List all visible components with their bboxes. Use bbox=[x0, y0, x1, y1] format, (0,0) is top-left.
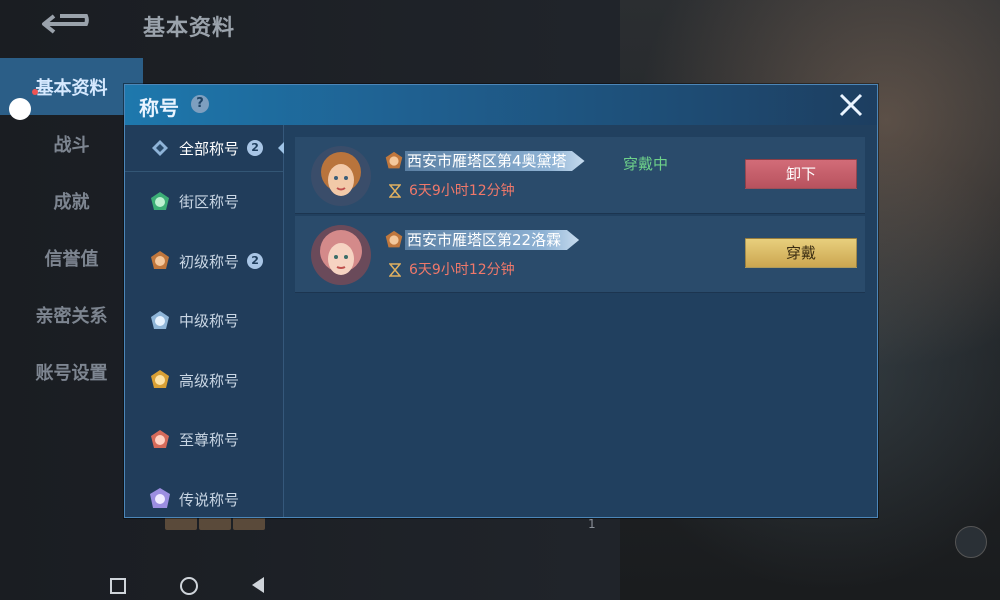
help-icon[interactable]: ? bbox=[191, 95, 209, 113]
category-label: 全部称号 bbox=[179, 139, 240, 158]
assistant-icon[interactable] bbox=[955, 526, 987, 558]
count-badge: 2 bbox=[247, 253, 264, 270]
category-senior[interactable]: 高级称号 bbox=[125, 351, 283, 411]
menu-item-battle[interactable]: 战斗 bbox=[0, 115, 143, 172]
category-label: 至尊称号 bbox=[179, 431, 240, 450]
close-icon bbox=[839, 93, 863, 117]
title-modal: 称号 ? 全部称号 2 街区称号 初级称号 2 中级称号 高级称号 至尊称号 传… bbox=[124, 84, 878, 518]
back-triangle-icon[interactable] bbox=[252, 577, 264, 593]
bronze-medal-icon bbox=[147, 248, 173, 274]
category-label: 高级称号 bbox=[179, 371, 240, 390]
equip-button[interactable]: 穿戴 bbox=[745, 238, 857, 268]
category-label: 传说称号 bbox=[179, 490, 240, 509]
modal-title: 称号 bbox=[139, 96, 179, 120]
silver-medal-icon bbox=[147, 308, 173, 334]
title-name: 西安市雁塔区第22洛霖 bbox=[405, 230, 580, 250]
category-legend[interactable]: 传说称号 bbox=[125, 470, 283, 530]
close-button[interactable] bbox=[837, 91, 865, 119]
category-supreme[interactable]: 至尊称号 bbox=[125, 410, 283, 470]
bronze-medal-icon bbox=[383, 229, 405, 251]
back-button[interactable] bbox=[40, 6, 106, 42]
notification-dot bbox=[32, 89, 38, 95]
category-label: 街区称号 bbox=[179, 193, 240, 212]
legend-medal-icon bbox=[147, 486, 173, 512]
active-indicator bbox=[278, 142, 284, 154]
back-arrow-icon bbox=[42, 14, 89, 34]
avatar bbox=[311, 146, 371, 206]
category-street[interactable]: 街区称号 bbox=[125, 172, 283, 232]
title-row[interactable]: 西安市雁塔区第4奥黛塔 6天9小时12分钟 穿戴中 卸下 bbox=[295, 137, 865, 214]
category-all[interactable]: 全部称号 2 bbox=[125, 125, 284, 172]
recent-apps-icon[interactable] bbox=[110, 578, 126, 594]
modal-header: 称号 ? bbox=[125, 85, 877, 125]
menu-item-account-settings[interactable]: 账号设置 bbox=[0, 343, 143, 400]
category-sidebar: 全部称号 2 街区称号 初级称号 2 中级称号 高级称号 至尊称号 传说称号 bbox=[125, 125, 284, 517]
title-name: 西安市雁塔区第4奥黛塔 bbox=[405, 151, 585, 171]
category-junior[interactable]: 初级称号 2 bbox=[125, 232, 283, 292]
category-intermediate[interactable]: 中级称号 bbox=[125, 291, 283, 351]
floating-touch-dot[interactable] bbox=[9, 98, 31, 120]
category-label: 中级称号 bbox=[179, 312, 240, 331]
page-title: 基本资料 bbox=[143, 16, 236, 41]
wearing-status: 穿戴中 bbox=[623, 155, 669, 173]
count-badge: 2 bbox=[247, 140, 264, 156]
android-nav-bar bbox=[0, 572, 620, 600]
hourglass-icon bbox=[388, 262, 402, 277]
menu-item-achievements[interactable]: 成就 bbox=[0, 172, 143, 229]
category-label: 初级称号 bbox=[179, 252, 240, 271]
bronze-medal-icon bbox=[383, 150, 405, 172]
red-medal-icon bbox=[147, 427, 173, 453]
home-icon[interactable] bbox=[180, 577, 198, 595]
avatar bbox=[311, 225, 371, 285]
remaining-time: 6天9小时12分钟 bbox=[409, 183, 515, 199]
title-list: 西安市雁塔区第4奥黛塔 6天9小时12分钟 穿戴中 卸下 西安市雁塔区第22洛霖… bbox=[295, 137, 865, 295]
green-medal-icon bbox=[147, 189, 173, 215]
unequip-button[interactable]: 卸下 bbox=[745, 159, 857, 189]
remaining-time: 6天9小时12分钟 bbox=[409, 262, 515, 278]
background-page-number: 1 bbox=[588, 517, 596, 531]
gold-medal-icon bbox=[147, 367, 173, 393]
diamond-icon bbox=[147, 135, 173, 161]
menu-item-relations[interactable]: 亲密关系 bbox=[0, 286, 143, 343]
title-row[interactable]: 西安市雁塔区第22洛霖 6天9小时12分钟 穿戴 bbox=[295, 216, 865, 293]
menu-item-credit[interactable]: 信誉值 bbox=[0, 229, 143, 286]
hourglass-icon bbox=[388, 183, 402, 198]
